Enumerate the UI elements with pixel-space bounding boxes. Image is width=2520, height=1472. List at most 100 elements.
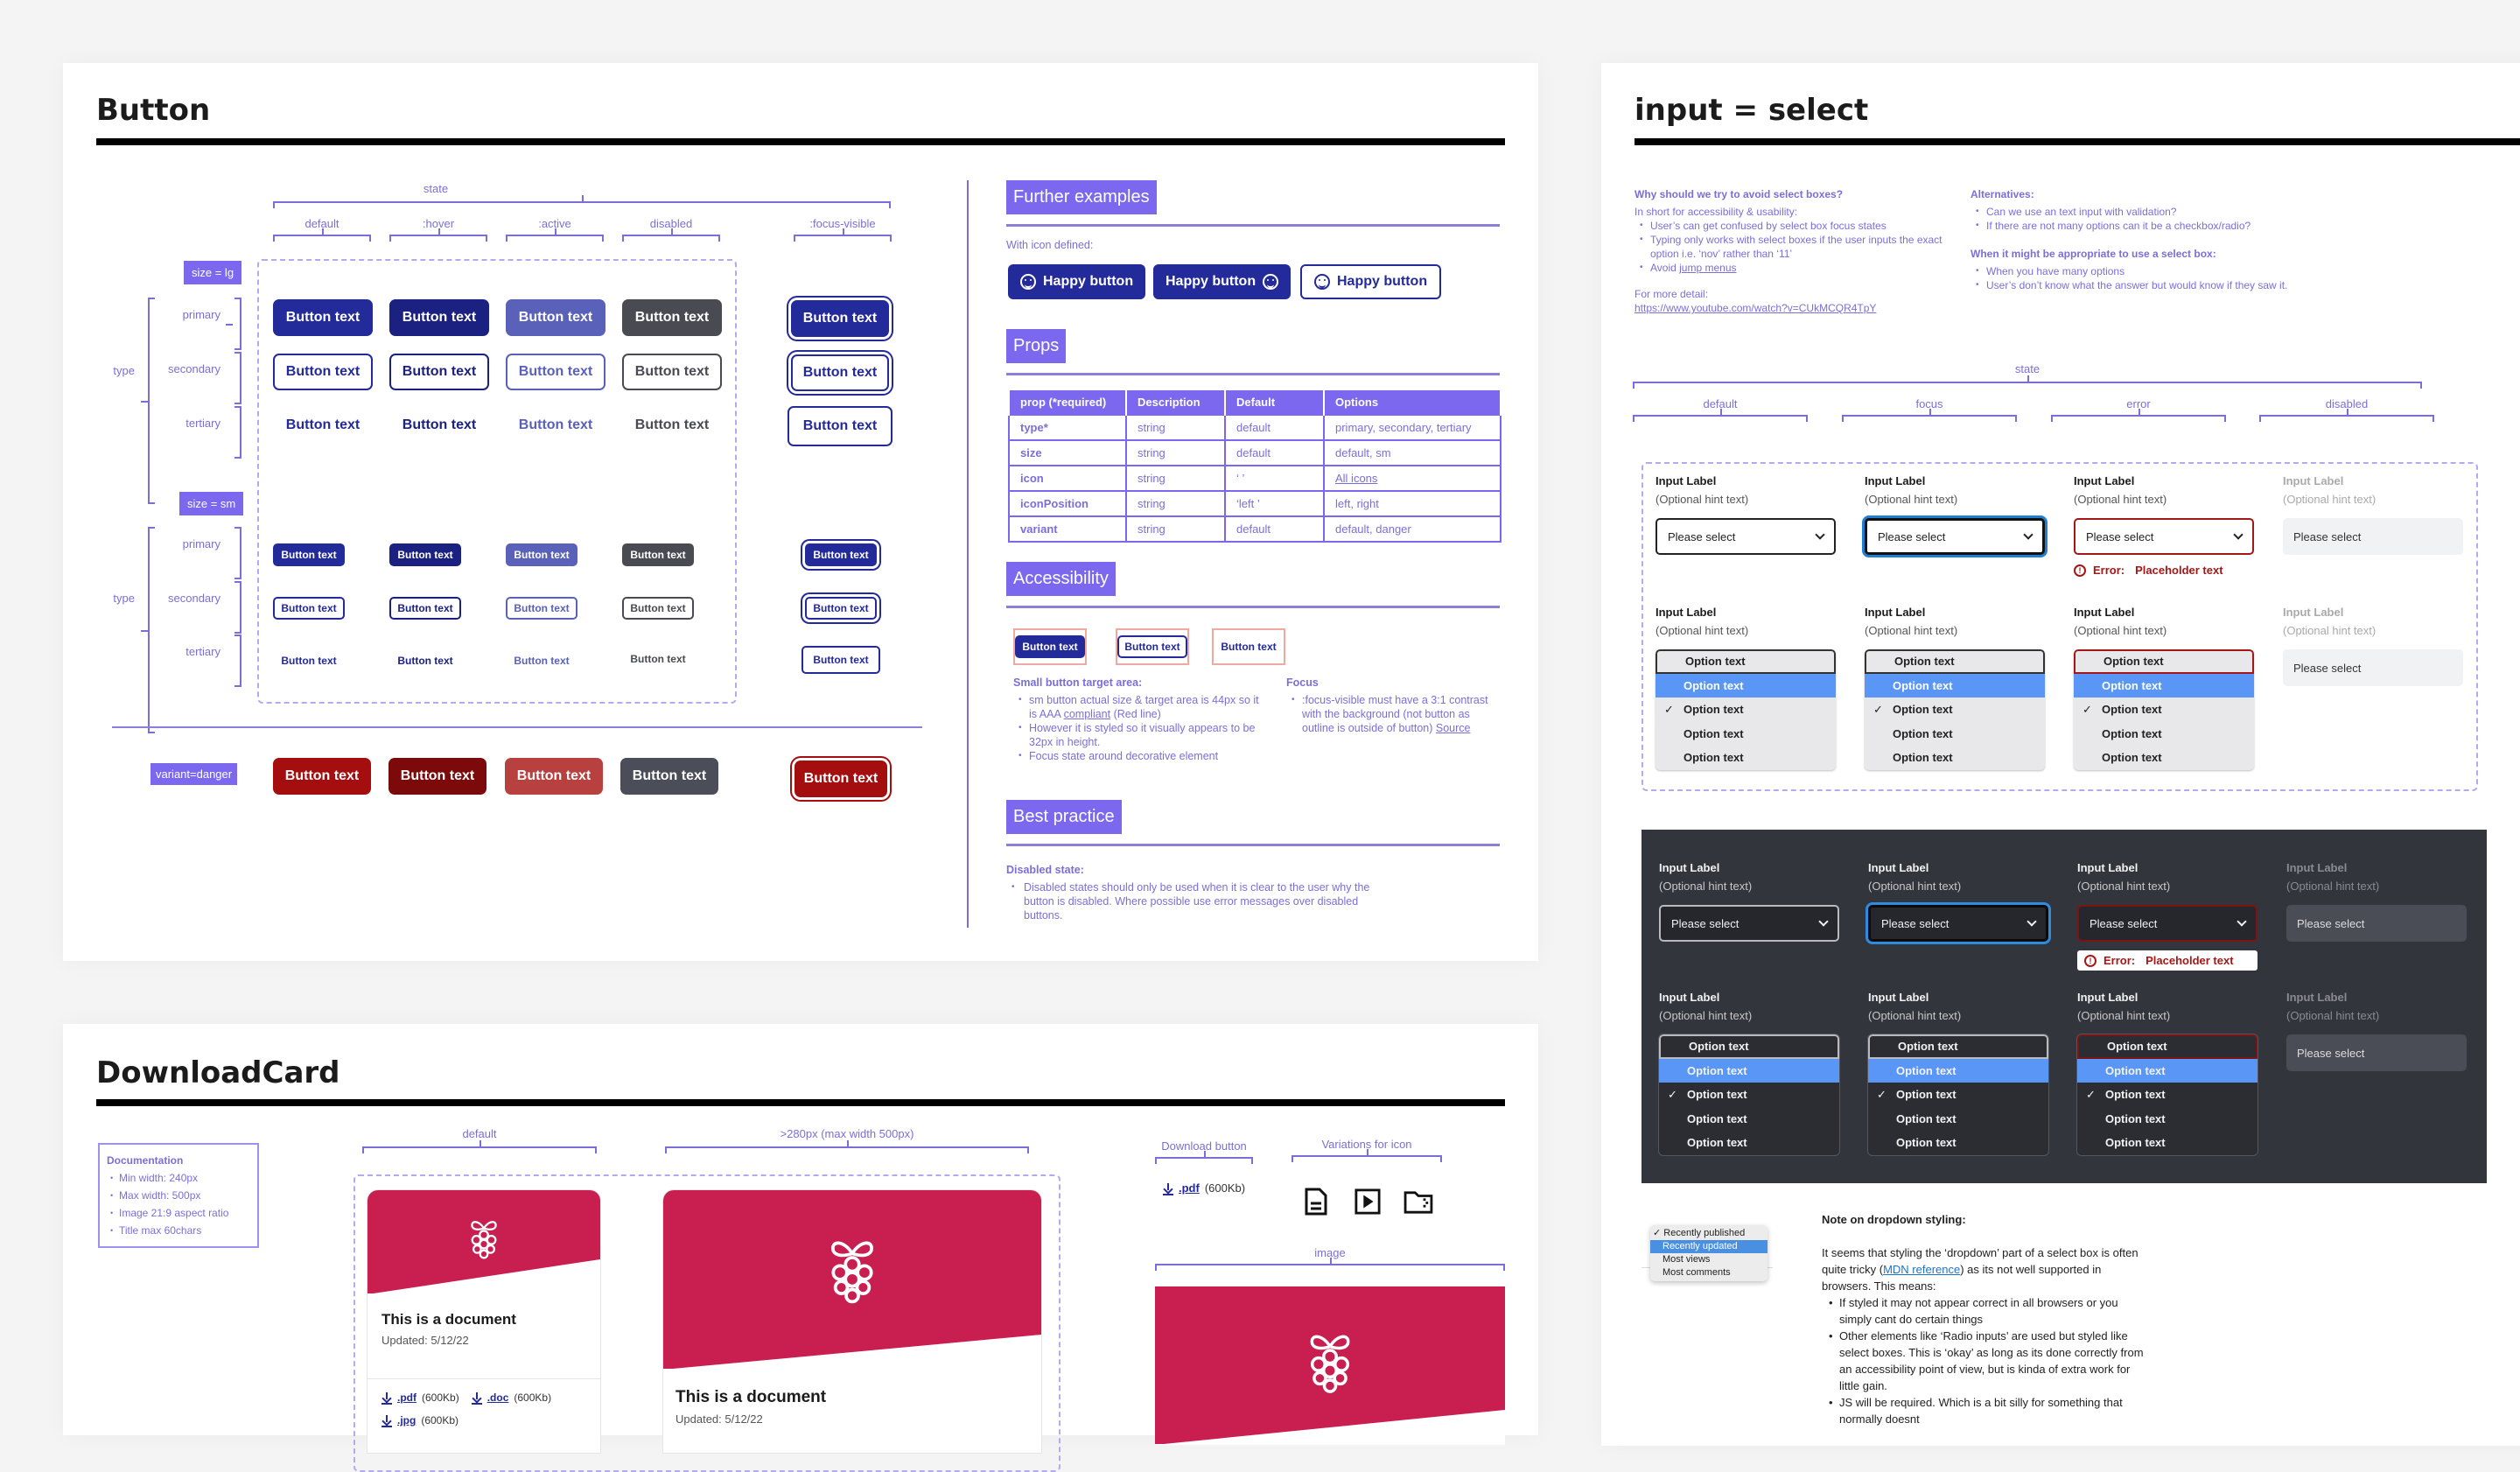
native-dropdown-option[interactable]: Recently updated: [1650, 1240, 1768, 1253]
sm-primary-focus-button[interactable]: Button text: [805, 543, 877, 566]
tertiary-disabled-button[interactable]: Button text: [622, 407, 722, 444]
happy-button-icon-left[interactable]: Happy button: [1008, 264, 1146, 299]
tertiary-active-button[interactable]: Button text: [506, 407, 606, 444]
happy-button-icon-right[interactable]: Happy button: [1153, 264, 1292, 299]
prop-name-cell: type*: [1008, 414, 1127, 441]
select-option[interactable]: Option text: [2074, 673, 2254, 697]
select-option[interactable]: Option text: [1868, 1034, 2048, 1059]
select-input[interactable]: Please select: [2283, 518, 2463, 555]
danger-disabled-button[interactable]: Button text: [620, 758, 718, 795]
select-option[interactable]: Option text: [2074, 722, 2254, 747]
select-option[interactable]: Option text: [1656, 673, 1836, 697]
options-cell[interactable]: All icons: [1323, 465, 1502, 492]
compliant-link[interactable]: compliant: [1064, 708, 1111, 720]
tertiary-default-button[interactable]: Button text: [273, 407, 373, 444]
select-option[interactable]: Option text: [1868, 1131, 2048, 1155]
select-input[interactable]: Please select: [2077, 905, 2258, 942]
secondary-active-button[interactable]: Button text: [506, 354, 606, 390]
select-option[interactable]: Option text: [1868, 1083, 2048, 1107]
download-doc-link[interactable]: .doc (600Kb): [471, 1391, 551, 1405]
select-option[interactable]: Option text: [1656, 649, 1836, 674]
tertiary-focus-button[interactable]: Button text: [788, 406, 892, 446]
select-option[interactable]: Option text: [1656, 746, 1836, 770]
sm-tertiary-focus-button[interactable]: Button text: [802, 646, 880, 674]
select-option[interactable]: Option text: [1865, 697, 2045, 722]
sm-secondary-default-button[interactable]: Button text: [273, 597, 345, 620]
select-option[interactable]: Option text: [1659, 1107, 1839, 1132]
sm-primary-hover-button[interactable]: Button text: [389, 543, 461, 566]
primary-active-button[interactable]: Button text: [506, 299, 606, 336]
sm-tertiary-default-button[interactable]: Button text: [273, 649, 345, 672]
select-option[interactable]: Option text: [1868, 1107, 2048, 1132]
select-option[interactable]: Option text: [2077, 1034, 2258, 1059]
jump-menus-link[interactable]: jump menus: [1679, 262, 1736, 274]
select-option[interactable]: Option text: [1659, 1058, 1839, 1083]
download-card-wide[interactable]: This is a document Updated: 5/12/22: [663, 1190, 1041, 1453]
sm-tertiary-disabled-button[interactable]: Button text: [622, 648, 694, 670]
primary-focus-button[interactable]: Button text: [791, 300, 889, 337]
select-option[interactable]: Option text: [2074, 649, 2254, 674]
select-option[interactable]: Option text: [1659, 1083, 1839, 1107]
native-dropdown-option[interactable]: ✓ Recently published: [1650, 1227, 1768, 1240]
secondary-default-button[interactable]: Button text: [273, 354, 373, 390]
select-input[interactable]: Please select: [2074, 518, 2254, 555]
select-input[interactable]: Please select: [2283, 649, 2463, 686]
download-jpg-link[interactable]: .jpg (600Kb): [382, 1414, 458, 1427]
select-option[interactable]: Option text: [1868, 1058, 2048, 1083]
danger-hover-button[interactable]: Button text: [388, 758, 486, 795]
youtube-link[interactable]: https://www.youtube.com/watch?v=CUkMCQR4…: [1634, 302, 1876, 314]
secondary-hover-button[interactable]: Button text: [389, 354, 489, 390]
download-pdf-link[interactable]: .pdf (600Kb): [382, 1391, 459, 1405]
download-button-example[interactable]: .pdf (600Kb): [1163, 1181, 1245, 1195]
sm-secondary-active-button[interactable]: Button text: [506, 597, 578, 620]
sm-primary-default-button[interactable]: Button text: [273, 543, 345, 566]
mdn-link[interactable]: MDN reference: [1883, 1263, 1960, 1276]
danger-active-button[interactable]: Button text: [505, 758, 603, 795]
secondary-focus-button[interactable]: Button text: [791, 354, 889, 391]
tertiary-hover-button[interactable]: Button text: [389, 407, 489, 444]
select-input[interactable]: Please select: [1659, 905, 1839, 942]
sm-secondary-hover-button[interactable]: Button text: [389, 597, 461, 620]
select-option[interactable]: Option text: [2074, 697, 2254, 722]
primary-hover-button[interactable]: Button text: [389, 299, 489, 336]
input-hint: (Optional hint text): [1659, 880, 1753, 893]
select-option[interactable]: Option text: [1659, 1131, 1839, 1155]
sm-secondary-disabled-button[interactable]: Button text: [622, 597, 694, 620]
select-option[interactable]: Option text: [1865, 722, 2045, 747]
sm-tertiary-hover-button[interactable]: Button text: [389, 649, 461, 672]
select-input[interactable]: Please select: [1656, 518, 1836, 555]
happy-button-secondary[interactable]: Happy button: [1300, 264, 1442, 299]
select-option[interactable]: Option text: [2077, 1058, 2258, 1083]
source-link[interactable]: Source: [1436, 722, 1471, 734]
select-option[interactable]: Option text: [1659, 1034, 1839, 1059]
select-input[interactable]: Please select: [2286, 905, 2467, 942]
select-input[interactable]: Please select: [1868, 905, 2048, 942]
primary-default-button[interactable]: Button text: [273, 299, 373, 336]
input-hint: (Optional hint text): [2286, 1009, 2380, 1022]
select-option[interactable]: Option text: [1865, 649, 2045, 674]
select-input[interactable]: Please select: [1865, 518, 2045, 555]
select-option[interactable]: Option text: [1656, 697, 1836, 722]
select-option[interactable]: Option text: [1865, 746, 2045, 770]
secondary-disabled-button[interactable]: Button text: [622, 354, 722, 390]
danger-focus-button[interactable]: Button text: [794, 761, 887, 797]
danger-default-button[interactable]: Button text: [273, 758, 371, 795]
download-card-default[interactable]: This is a document Updated: 5/12/22 .pdf…: [368, 1190, 600, 1453]
a11y-secondary-button[interactable]: Button text: [1117, 635, 1187, 658]
select-option[interactable]: Option text: [2077, 1107, 2258, 1132]
sm-tertiary-active-button[interactable]: Button text: [506, 649, 578, 672]
select-option[interactable]: Option text: [2074, 746, 2254, 770]
select-option[interactable]: Option text: [2077, 1083, 2258, 1107]
a11y-primary-button[interactable]: Button text: [1015, 635, 1085, 658]
native-dropdown-option[interactable]: Most views: [1650, 1253, 1768, 1266]
select-option[interactable]: Option text: [2077, 1131, 2258, 1155]
select-input[interactable]: Please select: [2286, 1034, 2467, 1071]
sm-primary-active-button[interactable]: Button text: [506, 543, 578, 566]
primary-disabled-button[interactable]: Button text: [622, 299, 722, 336]
native-dropdown-option[interactable]: Most comments: [1650, 1266, 1768, 1279]
sm-secondary-focus-button[interactable]: Button text: [805, 597, 877, 620]
select-option[interactable]: Option text: [1865, 673, 2045, 697]
sm-primary-disabled-button[interactable]: Button text: [622, 543, 694, 566]
select-option[interactable]: Option text: [1656, 722, 1836, 747]
a11y-tertiary-button[interactable]: Button text: [1214, 635, 1284, 658]
